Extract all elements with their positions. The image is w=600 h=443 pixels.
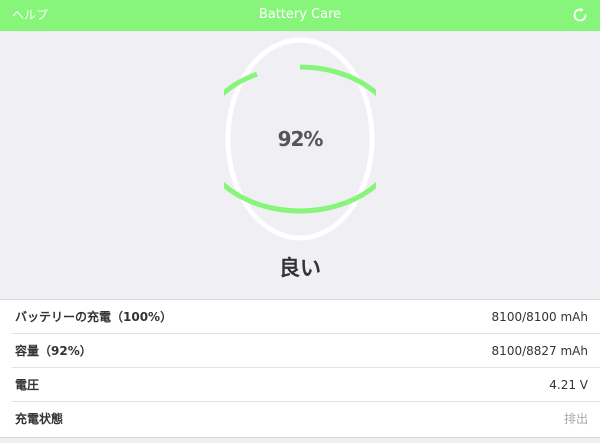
detail-value: 排出 bbox=[563, 412, 588, 426]
page-title: Battery Care bbox=[258, 7, 342, 22]
battery-details-table: バッテリーの充電（100%） 8100/8100 mAh 容量（92%） 810… bbox=[0, 299, 600, 438]
detail-value: 8100/8100 mAh bbox=[491, 310, 588, 324]
detail-row-voltage: 電圧 4.21 V bbox=[0, 368, 600, 402]
detail-label: バッテリーの充電（100%） bbox=[15, 310, 173, 324]
battery-condition-label: 良い bbox=[279, 256, 321, 280]
refresh-icon[interactable] bbox=[570, 5, 590, 25]
gauge-value: 92% bbox=[277, 127, 324, 151]
navigation-bar: ヘルプ Battery Care bbox=[0, 0, 600, 31]
detail-label: 容量（92%） bbox=[15, 344, 92, 358]
detail-value: 8100/8827 mAh bbox=[491, 344, 588, 358]
detail-label: 電圧 bbox=[15, 378, 40, 392]
detail-label: 充電状態 bbox=[15, 412, 64, 426]
detail-row-capacity: 容量（92%） 8100/8827 mAh bbox=[0, 334, 600, 368]
battery-care-screen: ヘルプ Battery Care 92% 良い バッテリーの充電（100%） 8… bbox=[0, 0, 600, 443]
help-button[interactable]: ヘルプ bbox=[12, 7, 48, 23]
detail-value: 4.21 V bbox=[549, 378, 588, 392]
detail-row-charge: バッテリーの充電（100%） 8100/8100 mAh bbox=[0, 300, 600, 334]
detail-row-charging-state: 充電状態 排出 bbox=[0, 402, 600, 436]
